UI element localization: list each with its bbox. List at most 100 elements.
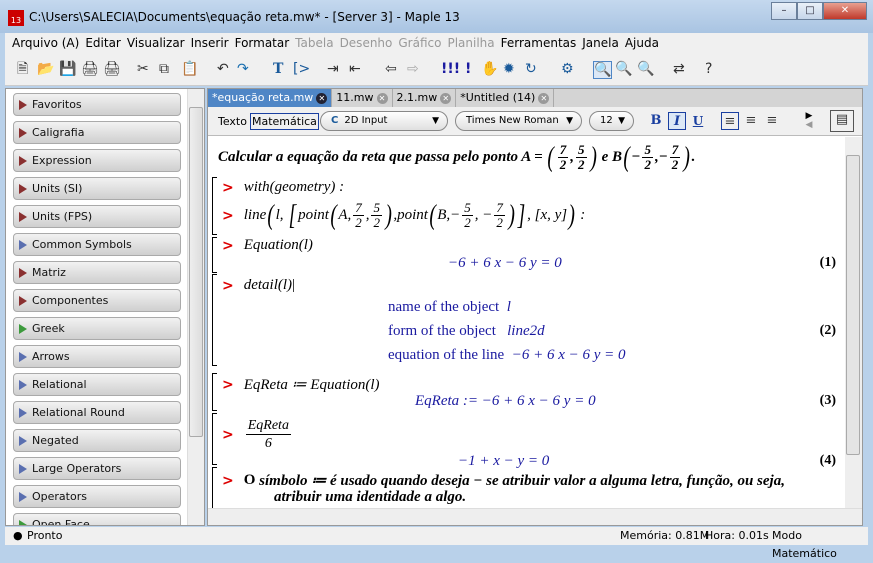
math-mode-button[interactable]: Matemática — [250, 113, 319, 130]
palette-scrollbar[interactable] — [187, 89, 204, 525]
menu-planilha[interactable]: Planilha — [444, 36, 497, 50]
restart-icon[interactable]: ↻ — [525, 61, 537, 77]
math-input-icon[interactable]: [> — [293, 61, 310, 77]
menu-ajuda[interactable]: Ajuda — [622, 36, 662, 50]
zoom-in-icon[interactable]: 🔍 — [615, 61, 632, 77]
paren-open: ( — [623, 141, 630, 173]
menu-grafico[interactable]: Gráfico — [395, 36, 444, 50]
print-icon[interactable]: 🖨 — [81, 61, 99, 77]
paste-icon[interactable]: 📋 — [181, 61, 198, 77]
redo-icon[interactable]: ↷ — [237, 61, 249, 77]
palette-relational[interactable]: Relational — [13, 373, 181, 396]
align-center-button[interactable]: ≡ — [742, 112, 760, 130]
outdent-icon[interactable]: ⇤ — [349, 61, 361, 77]
frac-num: 5 — [576, 142, 587, 158]
menu-ferramentas[interactable]: Ferramentas — [498, 36, 580, 50]
format-toolbar: Texto Matemática C 2D Input ▼ Times New Ro… — [208, 107, 862, 136]
size-dropdown[interactable]: 12 ▼ — [589, 111, 634, 131]
menu-janela[interactable]: Janela — [579, 36, 622, 50]
command-line[interactable]: > line(l, [point(A, 72, 5 2), point(B, − 5… — [222, 201, 585, 230]
palette-greek[interactable]: Greek — [13, 317, 181, 340]
font-dropdown[interactable]: Times New Roman ▼ — [455, 111, 582, 131]
note-text[interactable]: > O símbolo ≔ é usado quando deseja − se … — [222, 471, 785, 490]
underline-button[interactable]: U — [689, 112, 707, 130]
input-mode-dropdown[interactable]: C 2D Input ▼ — [320, 111, 448, 131]
palette-operators[interactable]: Operators — [13, 485, 181, 508]
menu-desenho[interactable]: Desenho — [337, 36, 396, 50]
close-tab-icon[interactable]: ✕ — [316, 92, 328, 104]
tab-2-1[interactable]: 2.1.mw ✕ — [393, 89, 457, 107]
expand-triangle-icon — [19, 464, 27, 474]
menu-tabela[interactable]: Tabela — [292, 36, 336, 50]
palette-expression[interactable]: Expression — [13, 149, 181, 172]
print-preview-icon[interactable]: 🖨 — [103, 61, 121, 77]
close-button[interactable]: ✕ — [823, 2, 867, 20]
execute-icon[interactable]: ! — [465, 61, 471, 77]
italic-button[interactable]: I — [668, 112, 686, 130]
zoom-out-icon[interactable]: 🔍 — [637, 61, 654, 77]
text-icon[interactable]: T — [273, 61, 283, 77]
debug-icon[interactable]: ✹ — [503, 61, 515, 77]
palette-negated[interactable]: Negated — [13, 429, 181, 452]
palette-large-operators[interactable]: Large Operators — [13, 457, 181, 480]
menu-visualizar[interactable]: Visualizar — [124, 36, 188, 50]
zoom-fit-icon[interactable]: 🔍 — [593, 61, 613, 79]
back-icon[interactable]: ⇦ — [385, 61, 397, 77]
menu-arquivo[interactable]: Arquivo (A) — [9, 36, 82, 50]
palette-matriz[interactable]: Matriz — [13, 261, 181, 284]
palette-units-fps[interactable]: Units (FPS) — [13, 205, 181, 228]
scrollbar-thumb[interactable] — [846, 155, 860, 455]
undo-icon[interactable]: ↶ — [217, 61, 229, 77]
indent-icon[interactable]: ⇥ — [327, 61, 339, 77]
close-tab-icon[interactable]: ✕ — [538, 92, 550, 104]
command-with[interactable]: > with(geometry) : — [222, 179, 344, 196]
palette-relational-round[interactable]: Relational Round — [13, 401, 181, 424]
maximize-button[interactable]: □ — [797, 2, 823, 20]
command-eqreta[interactable]: > EqReta ≔ Equation(l) — [222, 375, 380, 394]
tab-equacao-reta[interactable]: *equação reta.mw ✕ — [208, 89, 333, 107]
document-vertical-scrollbar[interactable] — [845, 137, 862, 509]
execute-all-icon[interactable]: !!! — [441, 61, 460, 77]
palette-units-si[interactable]: Units (SI) — [13, 177, 181, 200]
palette-caligrafia[interactable]: Caligrafia — [13, 121, 181, 144]
worksheet[interactable]: Calcular a equação da reta que passa pel… — [208, 137, 844, 509]
palette-open-face[interactable]: Open Face — [13, 513, 181, 525]
help-icon[interactable]: ? — [705, 61, 712, 77]
align-left-button[interactable]: ≡ — [721, 112, 739, 130]
palette-common-symbols[interactable]: Common Symbols — [13, 233, 181, 256]
command-divide[interactable]: > EqReta 6 — [222, 417, 293, 452]
cut-icon[interactable]: ✂ — [137, 61, 149, 77]
menu-editar[interactable]: Editar — [82, 36, 124, 50]
open-icon[interactable]: 📂 — [37, 61, 54, 77]
window-title: C:\Users\SALECIA\Documents\equação reta.… — [29, 10, 460, 24]
align-right-button[interactable]: ≡ — [763, 112, 781, 130]
command-equation[interactable]: > Equation(l) — [222, 237, 313, 254]
command-detail[interactable]: > detail(l) | — [222, 277, 295, 294]
minimize-button[interactable]: – — [771, 2, 797, 20]
close-tab-icon[interactable]: ✕ — [376, 92, 388, 104]
tab-untitled-14[interactable]: *Untitled (14) ✕ — [456, 89, 555, 107]
text-mode-button[interactable]: Texto — [218, 115, 247, 128]
title-bar: 13 C:\Users\SALECIA\Documents\equação re… — [0, 0, 873, 33]
menu-inserir[interactable]: Inserir — [188, 36, 232, 50]
close-tab-icon[interactable]: ✕ — [440, 92, 452, 104]
palette-arrows[interactable]: Arrows — [13, 345, 181, 368]
stop-icon[interactable]: ✋ — [481, 61, 498, 77]
scrollbar-thumb[interactable] — [189, 107, 203, 437]
forward-icon[interactable]: ⇨ — [407, 61, 419, 77]
palette-componentes[interactable]: Componentes — [13, 289, 181, 312]
menu-formatar[interactable]: Formatar — [232, 36, 293, 50]
new-icon[interactable]: 🗎 — [17, 61, 28, 77]
save-icon[interactable]: 💾 — [59, 61, 76, 77]
frac-den: 2 — [578, 157, 585, 172]
toggle-icon[interactable]: ⇄ — [673, 61, 685, 77]
copy-icon[interactable]: ⧉ — [159, 61, 169, 77]
palette-favoritos[interactable]: Favoritos — [13, 93, 181, 116]
tab-11[interactable]: 11.mw ✕ — [332, 89, 393, 107]
expand-triangle-icon — [19, 100, 27, 110]
bold-button[interactable]: B — [647, 112, 665, 130]
expand-arrows-icon[interactable]: ▶ ◀ — [800, 112, 818, 130]
document-view-icon[interactable]: ▤ — [830, 110, 854, 132]
document-horizontal-scrollbar[interactable] — [208, 508, 862, 525]
settings-icon[interactable]: ⚙ — [561, 61, 574, 77]
